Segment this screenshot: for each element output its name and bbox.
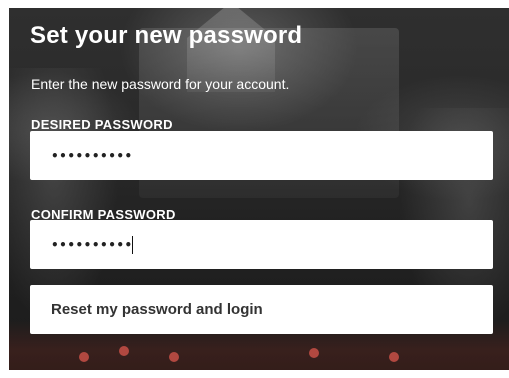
- flower-decoration: [169, 352, 179, 362]
- desired-password-label: DESIRED PASSWORD: [31, 117, 173, 132]
- confirm-password-input[interactable]: ••••••••••: [51, 238, 133, 252]
- flower-decoration: [309, 348, 319, 358]
- confirm-password-field[interactable]: ••••••••••: [30, 220, 493, 269]
- login-background: Set your new password Enter the new pass…: [9, 8, 509, 370]
- flower-decoration: [119, 346, 129, 356]
- reset-password-button[interactable]: Reset my password and login: [30, 285, 493, 334]
- desired-password-field[interactable]: ••••••••••: [30, 131, 493, 180]
- page-title: Set your new password: [30, 22, 303, 49]
- form-subtitle: Enter the new password for your account.: [31, 76, 290, 92]
- text-cursor: [131, 235, 133, 254]
- flower-decoration: [389, 352, 399, 362]
- desired-password-input[interactable]: ••••••••••: [51, 149, 133, 163]
- flower-decoration: [79, 352, 89, 362]
